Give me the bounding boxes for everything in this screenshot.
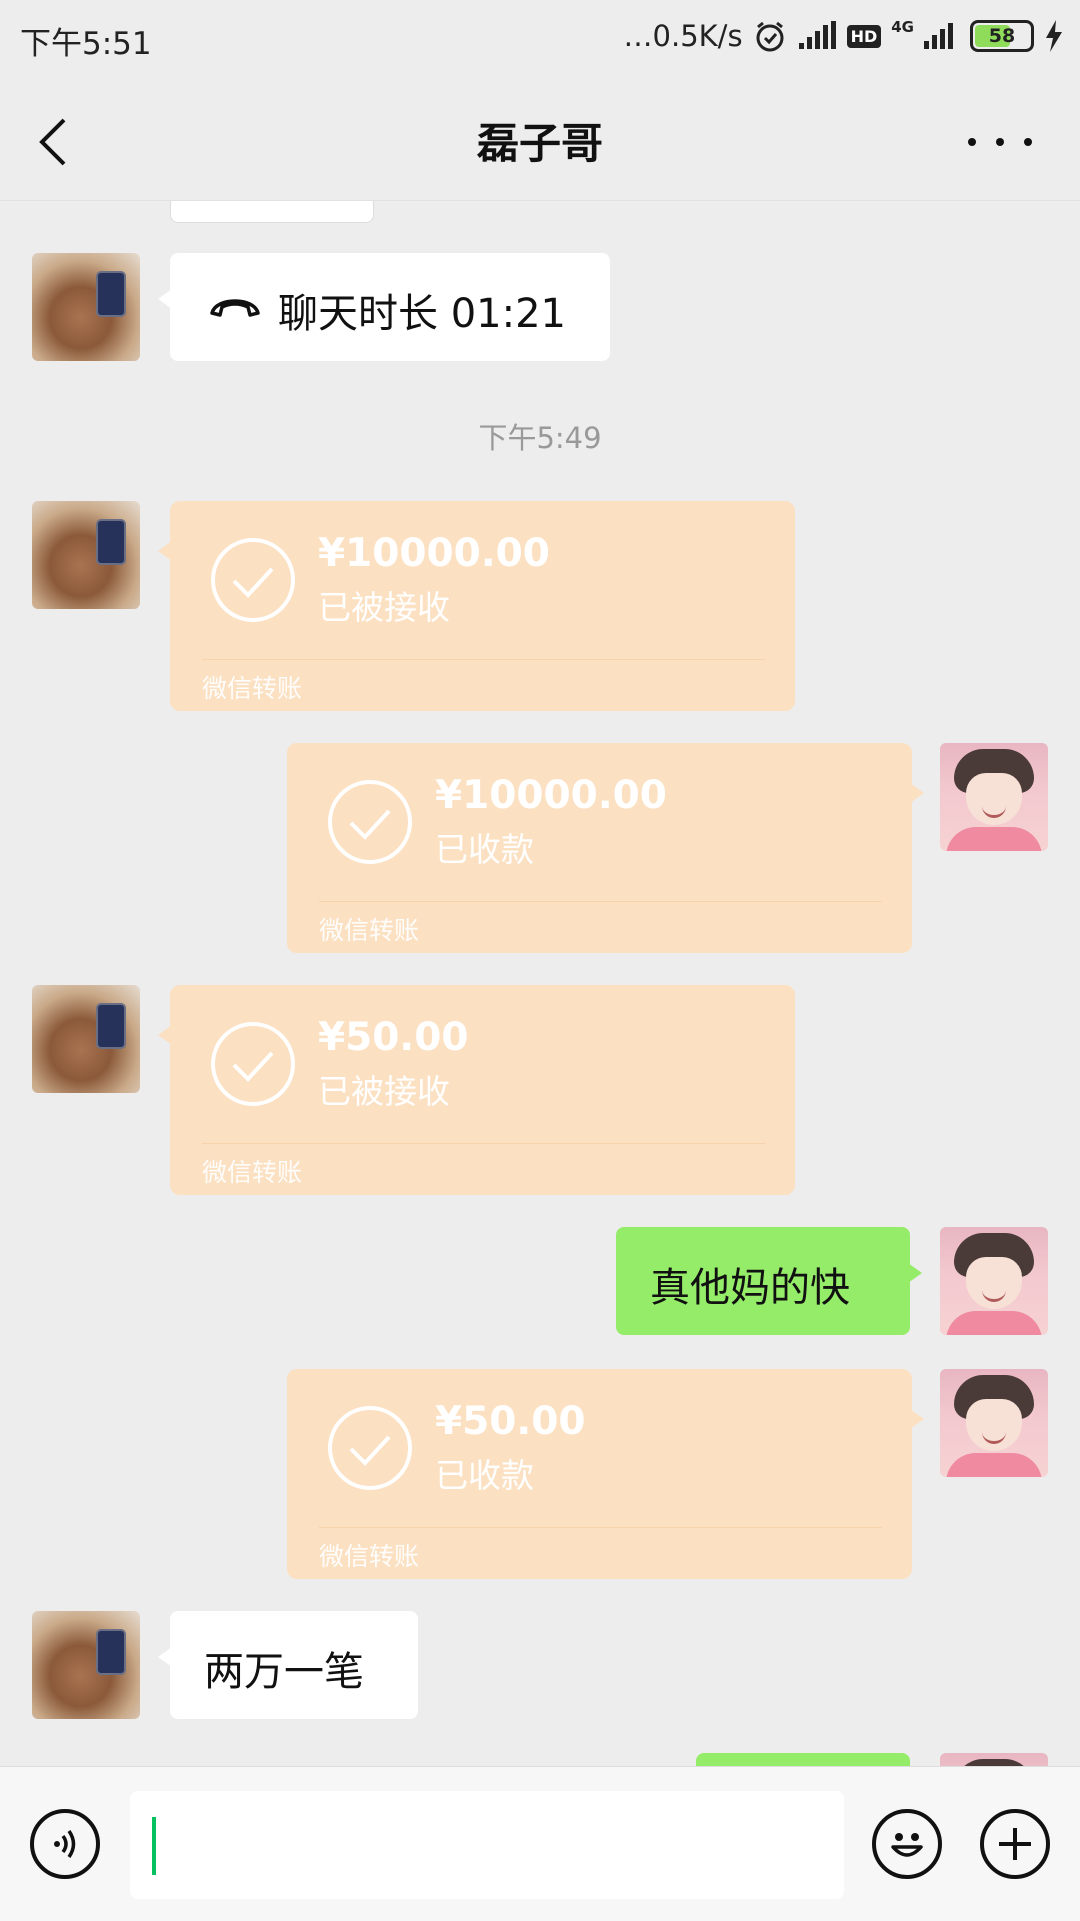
avatar-detail [96,1629,126,1675]
alarm-icon [756,21,784,52]
avatar-detail [946,827,1042,851]
avatar-detail [96,271,126,317]
phone-hangup-icon [210,299,260,317]
transfer-footer: 微信转账 [202,674,303,703]
transfer-card[interactable]: ¥10000.00 已收款 微信转账 [287,743,924,953]
avatar-self[interactable] [940,1227,1048,1335]
plus-icon [999,1828,1031,1860]
transfer-amount: ¥50.00 [318,1015,469,1060]
nav-bar: 磊子哥 [0,74,1080,201]
plus-button[interactable] [980,1809,1050,1879]
battery-icon: 58 [970,20,1034,52]
more-dot [1024,138,1032,146]
chat-area[interactable]: 聊天时长 01:21 下午5:49 ¥10000.00 已被接收 微信转账 ¥1… [0,201,1080,1766]
transfer-footer: 微信转账 [319,916,420,945]
transfer-divider [319,901,882,902]
avatar-detail [96,519,126,565]
transfer-status: 已被接收 [318,1072,450,1111]
charging-icon [1046,20,1062,52]
battery-level: 58 [988,25,1016,47]
avatar-self[interactable] [940,1753,1048,1766]
more-button[interactable] [968,130,1032,154]
chat-title: 磊子哥 [476,119,603,168]
transfer-status: 已被接收 [318,588,450,627]
emoji-icon [891,1833,923,1857]
avatar-detail [946,1453,1042,1477]
emoji-button[interactable] [872,1809,942,1879]
call-duration: 聊天时长 01:21 [278,291,566,337]
avatar-detail [96,1003,126,1049]
avatar-contact[interactable] [32,985,140,1093]
more-dot [996,138,1004,146]
call-record-bubble[interactable]: 聊天时长 01:21 [158,253,610,361]
transfer-card[interactable]: ¥50.00 已收款 微信转账 [287,1369,924,1579]
transfer-divider [202,659,765,660]
avatar-contact[interactable] [32,253,140,361]
avatar-self[interactable] [940,1369,1048,1477]
message-input[interactable] [130,1791,844,1899]
previous-message-fragment [170,201,374,223]
transfer-footer: 微信转账 [319,1542,420,1571]
check-circle-icon [328,1406,412,1490]
transfer-amount: ¥50.00 [435,1399,586,1444]
hd-icon: HD [846,24,882,48]
signal-4g-icon [924,23,953,49]
message-text: 两万一笔 [204,1649,364,1695]
signal-icon [798,21,836,49]
transfer-status: 已收款 [435,830,534,869]
transfer-footer: 微信转账 [202,1158,303,1187]
transfer-divider [319,1527,882,1528]
status-bar: 下午5:51 …0.5K/s HD 4G 58 [0,0,1080,74]
avatar-self[interactable] [940,743,1048,851]
voice-icon [54,1830,76,1858]
avatar-contact[interactable] [32,1611,140,1719]
received-message-bubble[interactable]: 两万一笔 [158,1611,418,1719]
sent-message-bubble[interactable]: 真他妈的快 [616,1227,922,1335]
avatar-detail [946,1311,1042,1335]
transfer-amount: ¥10000.00 [435,773,667,818]
check-circle-icon [328,780,412,864]
network-speed: …0.5K/s [623,19,743,53]
avatar-detail [954,1759,1034,1766]
transfer-card[interactable]: ¥50.00 已被接收 微信转账 [158,985,795,1195]
input-bar [0,1766,1080,1921]
avatar-contact[interactable] [32,501,140,609]
transfer-divider [202,1143,765,1144]
sent-message-bubble-partial[interactable] [696,1753,910,1766]
voice-button[interactable] [30,1809,100,1879]
status-time: 下午5:51 [20,26,152,62]
status-icons: …0.5K/s HD 4G 58 [624,16,1064,56]
message-text: 真他妈的快 [650,1265,850,1311]
transfer-amount: ¥10000.00 [318,531,550,576]
check-circle-icon [211,538,295,622]
transfer-status: 已收款 [435,1456,534,1495]
transfer-card[interactable]: ¥10000.00 已被接收 微信转账 [158,501,795,711]
network-type: 4G [891,18,914,36]
time-separator: 下午5:49 [478,421,602,455]
check-circle-icon [211,1022,295,1106]
text-caret [152,1817,156,1875]
more-dots-icon [968,138,976,146]
